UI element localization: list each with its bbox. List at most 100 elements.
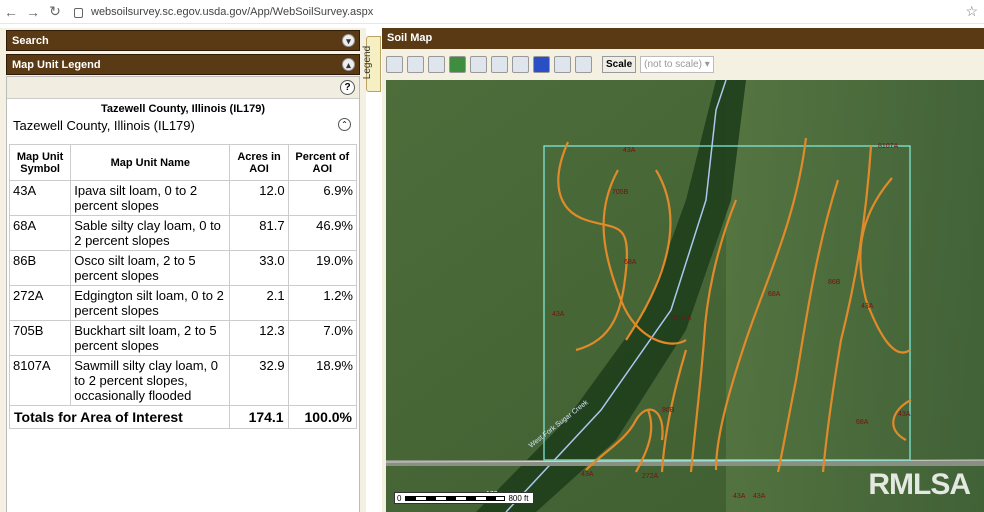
collapse-county-icon[interactable]: ⌃ xyxy=(338,118,351,131)
address-bar[interactable]: websoilsurvey.sc.egov.usda.gov/App/WebSo… xyxy=(74,6,373,18)
county-subheader: Tazewell County, Illinois (IL179) ⌃ xyxy=(7,115,359,133)
table-row: 8107A Sawmill silty clay loam, 0 to 2 pe… xyxy=(8,355,358,406)
legend-side-tab-label: Legend xyxy=(362,45,374,80)
map-unit-name: Ipava silt loam, 0 to 2 percent slopes xyxy=(70,180,231,216)
zoom-to-aoi-icon[interactable] xyxy=(470,55,487,73)
map-unit-name: Edgington silt loam, 0 to 2 percent slop… xyxy=(70,285,231,321)
table-row: 68A Sable silty clay loam, 0 to 2 percen… xyxy=(8,215,358,251)
lock-icon xyxy=(74,7,83,18)
soil-map-canvas[interactable]: 43A 705B 68A 43A 8107A 68A 86B 43A 86B 4… xyxy=(386,80,984,512)
map-unit-symbol[interactable]: 8107A xyxy=(8,355,72,406)
expand-icon[interactable]: ▾ xyxy=(342,34,355,47)
identify-info-icon[interactable] xyxy=(533,55,550,73)
map-toolbar: Scale (not to scale) ▾ xyxy=(386,54,714,74)
map-label: 43A xyxy=(753,493,766,500)
scale-select-value: (not to scale) xyxy=(644,58,702,70)
map-unit-symbol[interactable]: 43A xyxy=(8,180,72,216)
legend-help-strip: ? xyxy=(7,77,359,99)
search-panel-title: Search xyxy=(12,35,49,47)
acres-value: 2.1 xyxy=(229,285,289,321)
zoom-in-icon[interactable] xyxy=(386,55,403,73)
acres-value: 12.0 xyxy=(229,180,289,216)
map-unit-name: Buckhart silt loam, 2 to 5 percent slope… xyxy=(70,320,231,356)
acres-value: 33.0 xyxy=(229,250,289,286)
table-row: 705B Buckhart silt loam, 2 to 5 percent … xyxy=(8,320,358,356)
previous-extent-arrow-icon[interactable] xyxy=(491,55,508,73)
map-label: 68A xyxy=(768,291,781,298)
soil-map-header: Soil Map xyxy=(382,28,984,49)
percent-value: 19.0% xyxy=(287,250,358,286)
table-row: 86B Osco silt loam, 2 to 5 percent slope… xyxy=(8,250,358,286)
watermark-logo: RMLSA xyxy=(868,468,971,501)
map-label: 705B xyxy=(612,189,629,196)
acres-value: 12.3 xyxy=(229,320,289,356)
map-label: 272A xyxy=(642,473,659,480)
reload-icon[interactable]: ↻ xyxy=(44,2,66,22)
map-label: 43A xyxy=(733,493,746,500)
browser-toolbar: ← → ↻ websoilsurvey.sc.egov.usda.gov/App… xyxy=(0,0,984,24)
map-unit-symbol[interactable]: 68A xyxy=(8,215,72,251)
scalebar-graphic xyxy=(405,495,506,501)
help-icon[interactable]: ? xyxy=(340,80,355,95)
acres-value: 81.7 xyxy=(229,215,289,251)
map-unit-name: Sable silty clay loam, 0 to 2 percent sl… xyxy=(70,215,231,251)
column-header-name: Map Unit Name xyxy=(70,144,231,181)
left-panel: Search ▾ Map Unit Legend ▴ ? Tazewell Co… xyxy=(0,28,366,512)
column-header-symbol: Map Unit Symbol xyxy=(8,144,72,181)
map-unit-name: Osco silt loam, 2 to 5 percent slopes xyxy=(70,250,231,286)
bookmark-star-icon[interactable]: ☆ xyxy=(965,3,978,20)
map-unit-symbol[interactable]: 705B xyxy=(8,320,72,356)
map-label: 68A xyxy=(856,419,869,426)
forward-icon[interactable]: → xyxy=(22,2,44,22)
map-scalebar: 0 800 ft xyxy=(394,492,534,504)
legend-panel-title: Map Unit Legend xyxy=(12,59,101,71)
next-extent-icon[interactable] xyxy=(512,55,529,73)
url-text: websoilsurvey.sc.egov.usda.gov/App/WebSo… xyxy=(91,5,374,18)
totals-label: Totals for Area of Interest xyxy=(8,405,231,429)
back-icon[interactable]: ← xyxy=(0,2,22,22)
county-subheader-label: Tazewell County, Illinois (IL179) xyxy=(13,118,195,133)
scale-select[interactable]: (not to scale) ▾ xyxy=(640,55,714,73)
map-label: 43A xyxy=(623,147,636,154)
map-label: 43A xyxy=(898,411,911,418)
map-unit-table: Map Unit Symbol Map Unit Name Acres in A… xyxy=(8,144,358,429)
legend-panel-header[interactable]: Map Unit Legend ▴ xyxy=(6,54,360,75)
soil-map-panel: Soil Map Scale (not to scale) ▾ 43A 705B… xyxy=(382,28,984,512)
soil-map-svg: 43A 705B 68A 43A 8107A 68A 86B 43A 86B 4… xyxy=(386,80,984,512)
county-title: Tazewell County, Illinois (IL179) xyxy=(100,103,265,115)
scalebar-zero: 0 xyxy=(397,493,402,503)
full-extent-globe-icon[interactable] xyxy=(449,55,466,73)
totals-acres: 174.1 xyxy=(229,405,289,429)
pan-hand-icon[interactable] xyxy=(428,55,445,73)
zoom-out-icon[interactable] xyxy=(407,55,424,73)
acres-value: 32.9 xyxy=(229,355,289,406)
map-label: 8107A xyxy=(671,315,692,322)
clear-icon[interactable] xyxy=(575,55,592,73)
scale-button[interactable]: Scale xyxy=(602,55,637,73)
table-row: 272A Edgington silt loam, 0 to 2 percent… xyxy=(8,285,358,321)
map-label: 43A xyxy=(552,311,565,318)
column-header-acres: Acres in AOI xyxy=(229,144,289,181)
map-unit-symbol[interactable]: 86B xyxy=(8,250,72,286)
totals-row: Totals for Area of Interest 174.1 100.0% xyxy=(8,405,358,429)
map-label: 86B xyxy=(662,407,675,414)
collapse-icon[interactable]: ▴ xyxy=(342,58,355,71)
map-label: 68A xyxy=(624,259,637,266)
percent-value: 7.0% xyxy=(287,320,358,356)
percent-value: 6.9% xyxy=(287,180,358,216)
table-row: 43A Ipava silt loam, 0 to 2 percent slop… xyxy=(8,180,358,216)
map-unit-name: Sawmill silty clay loam, 0 to 2 percent … xyxy=(70,355,231,406)
map-label: 8107A xyxy=(878,143,899,150)
soil-map-title: Soil Map xyxy=(387,32,433,44)
search-panel-header[interactable]: Search ▾ xyxy=(6,30,360,51)
percent-value: 18.9% xyxy=(287,355,358,406)
map-label: 43A xyxy=(861,303,874,310)
legend-side-tab[interactable]: Legend xyxy=(362,36,381,92)
column-header-percent: Percent of AOI xyxy=(287,144,358,181)
scalebar-text: 800 ft xyxy=(508,493,529,503)
map-unit-symbol[interactable]: 272A xyxy=(8,285,72,321)
totals-percent: 100.0% xyxy=(287,405,358,429)
map-label: 86B xyxy=(828,279,841,286)
percent-value: 46.9% xyxy=(287,215,358,251)
measure-ruler-icon[interactable] xyxy=(554,55,571,73)
